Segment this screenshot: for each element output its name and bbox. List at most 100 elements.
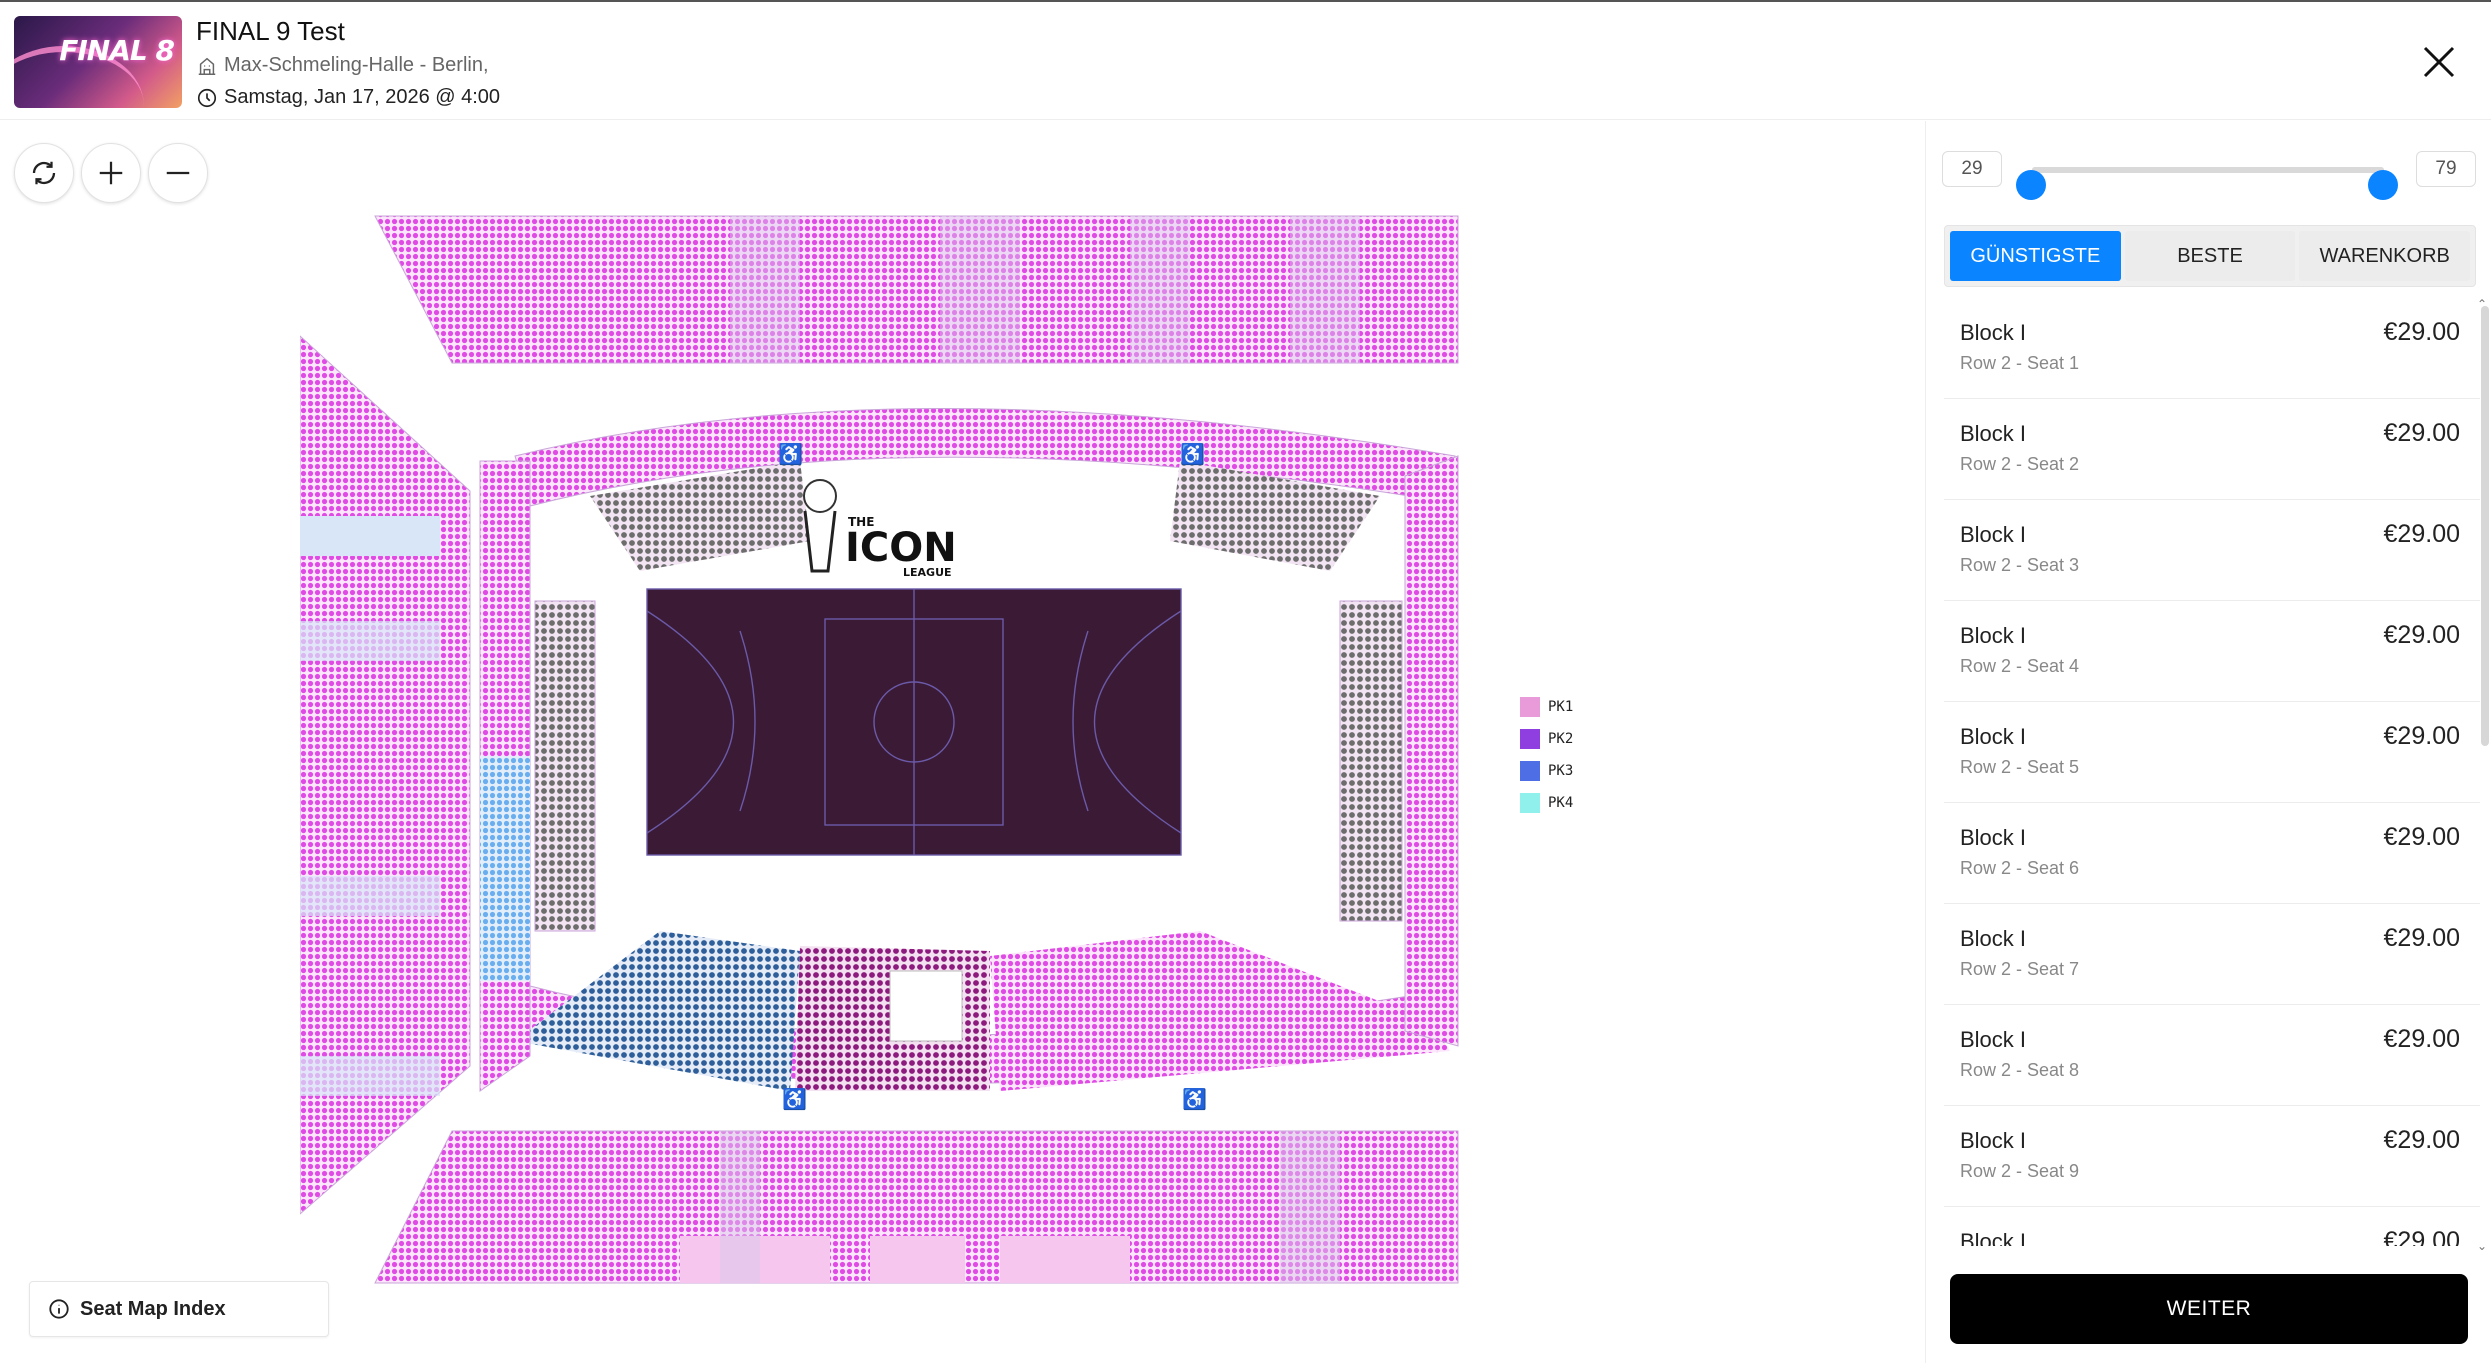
legend-swatch [1520, 729, 1540, 749]
seat-block: Block I [1960, 926, 2027, 951]
seat-row: Row 2 - Seat 5 [1960, 757, 2080, 777]
zoom-out-button[interactable] [148, 143, 208, 203]
seat-block: Block I [1960, 522, 2027, 547]
plus-icon [99, 161, 123, 185]
price-max-box[interactable]: 79 [2416, 151, 2476, 187]
seat-price: €29.00 [2383, 823, 2460, 851]
event-datetime: Samstag, Jan 17, 2026 @ 4:00 [224, 86, 501, 108]
clock-icon [197, 88, 217, 107]
building-icon [198, 57, 216, 75]
wheelchair-icon: ♿ [782, 1087, 807, 1111]
seat-price: €29.00 [2383, 1025, 2460, 1053]
range-min-handle[interactable] [2016, 170, 2046, 200]
list-scrollbar[interactable] [2481, 306, 2489, 746]
seat-block: Block I [1960, 320, 2027, 345]
price-category-legend: PK1 PK2 PK3 PK4 [1520, 691, 1573, 819]
seat-price: €29.00 [2383, 722, 2460, 750]
close-button[interactable] [2415, 38, 2463, 86]
legend-label: PK1 [1548, 699, 1574, 715]
event-thumbnail: FINAL 8 [14, 16, 182, 108]
arena-seat-map[interactable]: THE ICON LEAGUE ♿ ♿ ♿ ♿ [300, 211, 1500, 1321]
info-icon [49, 1299, 69, 1319]
seat-price: €29.00 [2383, 924, 2460, 952]
range-track[interactable] [2016, 167, 2398, 200]
list-item[interactable]: Block I Row 2 - Seat 6 €29.00 [1944, 803, 2480, 904]
event-title: FINAL 9 Test [196, 16, 345, 46]
wheelchair-icon: ♿ [778, 442, 803, 466]
legend-label: PK3 [1548, 763, 1574, 779]
tab-warenkorb[interactable]: WARENKORB [2299, 231, 2471, 281]
list-item[interactable]: Block I €29.00 [1944, 1207, 2480, 1246]
list-item[interactable]: Block I Row 2 - Seat 7 €29.00 [1944, 904, 2480, 1005]
seat-block: Block I [1960, 623, 2027, 648]
seat-price: €29.00 [2383, 419, 2460, 447]
ticket-sidebar: 29 79 GÜNSTIGSTE BESTE WARENKORB Block I… [1925, 121, 2491, 1363]
blue-block-lower-left[interactable] [515, 931, 800, 1091]
seat-block: Block I [1960, 825, 2027, 850]
seat-price: €29.00 [2383, 520, 2460, 548]
right-inner-column[interactable] [1404, 455, 1459, 1047]
legend-swatch [1520, 697, 1540, 717]
list-item[interactable]: Block I Row 2 - Seat 1 €29.00 [1944, 298, 2480, 399]
list-item[interactable]: Block I Row 2 - Seat 4 €29.00 [1944, 601, 2480, 702]
seat-row: Row 2 - Seat 3 [1960, 555, 2080, 575]
pink-block-lower-right[interactable] [990, 931, 1450, 1091]
seat-row: Row 2 - Seat 6 [1960, 858, 2080, 878]
close-icon [2423, 46, 2455, 78]
seat-map-index-label: Seat Map Index [80, 1297, 226, 1320]
seat-map-area[interactable]: THE ICON LEAGUE ♿ ♿ ♿ ♿ PK1 PK2 PK3 PK4 [0, 121, 1925, 1363]
seat-row: Row 2 - Seat 7 [1960, 959, 2080, 979]
seat-price: €29.00 [2383, 1227, 2460, 1246]
legend-swatch [1520, 761, 1540, 781]
legend-item: PK1 [1520, 691, 1573, 723]
seat-block: Block I [1960, 421, 2027, 446]
seat-list: Block I Row 2 - Seat 1 €29.00 Block I Ro… [1944, 298, 2480, 1246]
icon-league-logo: THE ICON LEAGUE [803, 479, 957, 579]
wheelchair-icon: ♿ [1180, 442, 1205, 466]
legend-label: PK2 [1548, 731, 1574, 747]
list-item[interactable]: Block I Row 2 - Seat 3 €29.00 [1944, 500, 2480, 601]
seat-block: Block I [1960, 1027, 2027, 1052]
seat-row: Row 2 - Seat 4 [1960, 656, 2080, 676]
price-min-box[interactable]: 29 [1942, 151, 2002, 187]
legend-item: PK2 [1520, 723, 1573, 755]
venue-name: Max-Schmeling-Halle - Berlin, [224, 54, 489, 76]
seat-row: Row 2 - Seat 2 [1960, 454, 2080, 474]
seat-block: Block I [1960, 724, 2027, 749]
seat-map-index-button[interactable]: Seat Map Index [29, 1281, 329, 1337]
seat-block: Block I [1960, 1229, 2027, 1246]
legend-swatch [1520, 793, 1540, 813]
court [646, 588, 1182, 856]
seat-row: Row 2 - Seat 1 [1960, 353, 2080, 373]
legend-item: PK4 [1520, 787, 1573, 819]
venue-row: Max-Schmeling-Halle - Berlin, [196, 54, 489, 77]
sort-tabs: GÜNSTIGSTE BESTE WARENKORB [1944, 225, 2476, 287]
scroll-down-icon[interactable]: ⌄ [2477, 1239, 2487, 1253]
list-item[interactable]: Block I Row 2 - Seat 9 €29.00 [1944, 1106, 2480, 1207]
thumbnail-text: FINAL 8 [59, 34, 175, 67]
date-row: Samstag, Jan 17, 2026 @ 4:00 [196, 86, 500, 109]
seat-price: €29.00 [2383, 318, 2460, 346]
seat-price: €29.00 [2383, 1126, 2460, 1154]
continue-button[interactable]: WEITER [1950, 1274, 2468, 1344]
range-max-handle[interactable] [2368, 170, 2398, 200]
refresh-icon [32, 161, 56, 185]
reset-map-button[interactable] [14, 143, 74, 203]
seat-row: Row 2 - Seat 9 [1960, 1161, 2080, 1181]
tab-beste[interactable]: BESTE [2124, 231, 2296, 281]
list-item[interactable]: Block I Row 2 - Seat 2 €29.00 [1944, 399, 2480, 500]
wheelchair-icon: ♿ [1182, 1087, 1207, 1111]
minus-icon [166, 171, 190, 175]
list-item[interactable]: Block I Row 2 - Seat 5 €29.00 [1944, 702, 2480, 803]
list-item[interactable]: Block I Row 2 - Seat 8 €29.00 [1944, 1005, 2480, 1106]
zoom-in-button[interactable] [81, 143, 141, 203]
price-range-slider[interactable]: 29 79 [1942, 151, 2476, 200]
seat-block: Block I [1960, 1128, 2027, 1153]
legend-item: PK3 [1520, 755, 1573, 787]
tab-guenstigste[interactable]: GÜNSTIGSTE [1950, 231, 2121, 281]
event-header: FINAL 8 FINAL 9 Test Max-Schmeling-Halle… [0, 0, 2491, 120]
legend-label: PK4 [1548, 795, 1574, 811]
svg-text:LEAGUE: LEAGUE [903, 566, 952, 579]
seat-row: Row 2 - Seat 8 [1960, 1060, 2080, 1080]
svg-text:ICON: ICON [845, 525, 957, 571]
